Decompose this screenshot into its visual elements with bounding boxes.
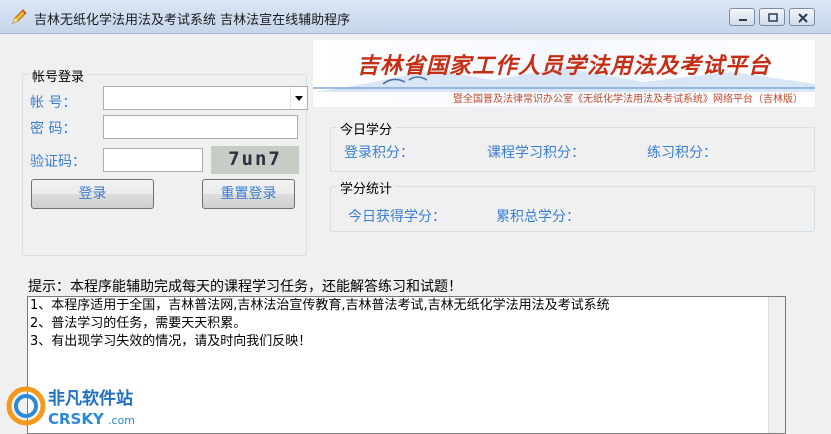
memo-line: 2、普法学习的任务，需要天天积累。 <box>30 316 247 331</box>
title-bar: 吉林无纸化学法用法及考试系统 吉林法宣在线辅助程序 <box>0 0 831 34</box>
login-group-label: 帐号登录 <box>29 66 88 85</box>
password-field[interactable] <box>103 115 298 139</box>
login-button[interactable]: 登录 <box>31 179 154 209</box>
crsky-logo-icon: 非凡软件站 CRSKY .com <box>6 386 135 428</box>
banner-title: 吉林省国家工作人员学法用法及考试平台 <box>356 53 771 79</box>
main-client-area: 帐号登录 帐 号： 密 码： 验证码： 7un7 登录 重置登录 吉林省国家工作… <box>0 34 831 434</box>
platform-banner: 吉林省国家工作人员学法用法及考试平台 暨全国普及法律常识办公室《无纸化学法用法及… <box>313 40 815 107</box>
captcha-label: 验证码： <box>30 154 86 170</box>
practice-score-label: 练习积分： <box>647 145 717 161</box>
total-score-label: 累积总学分： <box>496 209 580 225</box>
captcha-input[interactable] <box>103 148 203 172</box>
memo-line: 3、有出现学习失效的情况，请及时向我们反映！ <box>30 334 312 349</box>
memo-scrollbar[interactable] <box>768 297 785 433</box>
window-title: 吉林无纸化学法用法及考试系统 吉林法宣在线辅助程序 <box>34 13 351 28</box>
password-label: 密 码： <box>30 121 77 137</box>
app-pencil-icon <box>10 8 28 26</box>
minimize-icon <box>739 19 747 21</box>
score-stats-group-label: 学分统计 <box>337 178 396 197</box>
crsky-watermark: 非凡软件站 CRSKY .com <box>4 374 154 434</box>
minimize-button[interactable] <box>729 8 755 26</box>
watermark-cn: 非凡软件站 <box>48 388 133 409</box>
close-icon <box>798 13 808 23</box>
watermark-suffix: .com <box>108 414 135 427</box>
login-score-label: 登录积分： <box>344 145 414 161</box>
account-dropdown-button[interactable] <box>290 87 307 109</box>
account-label: 帐 号： <box>30 95 77 111</box>
banner-subtitle: 暨全国普及法律常识办公室《无纸化学法用法及考试系统》网络平台（吉林版） <box>453 94 803 105</box>
today-score-group-label: 今日学分 <box>337 119 396 138</box>
course-score-label: 课程学习积分： <box>487 145 585 161</box>
close-button[interactable] <box>789 8 815 26</box>
maximize-icon <box>768 13 778 22</box>
watermark-en: CRSKY <box>48 410 105 428</box>
memo-line: 1、本程序适用于全国，吉林普法网,吉林法治宣传教育,吉林普法考试,吉林无纸化学法… <box>30 298 610 313</box>
hint-text: 提示：本程序能辅助完成每天的课程学习任务，还能解答练习和试题！ <box>28 279 462 295</box>
reset-login-button[interactable]: 重置登录 <box>202 179 295 209</box>
captcha-image[interactable]: 7un7 <box>211 146 299 174</box>
today-gained-label: 今日获得学分： <box>348 209 446 225</box>
maximize-button[interactable] <box>759 8 785 26</box>
chevron-down-icon <box>295 96 303 101</box>
account-combobox[interactable] <box>103 86 308 110</box>
